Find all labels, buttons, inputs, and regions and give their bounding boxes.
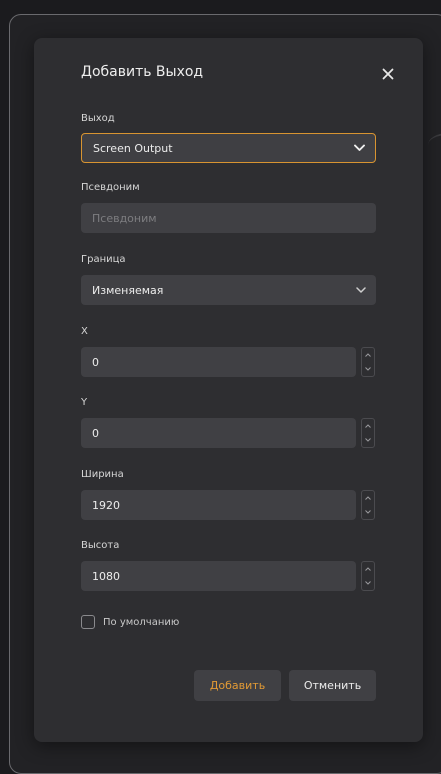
alias-input[interactable]: Псевдоним — [81, 203, 376, 233]
border-select[interactable]: Изменяемая — [81, 275, 376, 305]
x-input[interactable]: 0 — [81, 347, 356, 377]
stepper-up-icon[interactable] — [365, 567, 371, 571]
y-label: Y — [81, 397, 88, 408]
stepper-up-icon[interactable] — [365, 424, 371, 428]
output-select-value: Screen Output — [93, 141, 173, 155]
alias-input-placeholder: Псевдоним — [92, 211, 157, 225]
width-stepper[interactable] — [361, 490, 375, 520]
border-select-value: Изменяемая — [92, 283, 164, 297]
height-label: Высота — [81, 540, 120, 551]
cancel-button[interactable]: Отменить — [289, 670, 376, 701]
close-button[interactable] — [378, 64, 398, 84]
height-input[interactable]: 1080 — [81, 561, 356, 591]
y-stepper[interactable] — [361, 418, 375, 448]
chevron-down-icon — [354, 144, 365, 152]
x-stepper[interactable] — [361, 347, 375, 377]
output-select[interactable]: Screen Output — [81, 133, 376, 163]
y-input[interactable]: 0 — [81, 418, 356, 448]
x-input-value: 0 — [92, 355, 99, 369]
stepper-down-icon[interactable] — [365, 367, 371, 371]
width-input[interactable]: 1920 — [81, 490, 356, 520]
dialog-title: Добавить Выход — [81, 64, 204, 80]
border-label: Граница — [81, 254, 126, 265]
stepper-down-icon[interactable] — [365, 581, 371, 585]
add-button[interactable]: Добавить — [194, 670, 281, 701]
stepper-up-icon[interactable] — [365, 496, 371, 500]
background-decoration — [428, 133, 441, 157]
default-checkbox-label[interactable]: По умолчанию — [103, 617, 179, 628]
height-stepper[interactable] — [361, 561, 375, 591]
chevron-down-icon — [356, 287, 366, 293]
default-checkbox[interactable] — [81, 615, 95, 629]
stepper-up-icon[interactable] — [365, 353, 371, 357]
width-label: Ширина — [81, 469, 124, 480]
alias-label: Псевдоним — [81, 182, 140, 193]
stepper-down-icon[interactable] — [365, 438, 371, 442]
output-label: Выход — [81, 113, 115, 124]
stepper-down-icon[interactable] — [365, 510, 371, 514]
height-input-value: 1080 — [92, 569, 120, 583]
default-checkbox-row: По умолчанию — [81, 615, 179, 629]
width-input-value: 1920 — [92, 498, 120, 512]
close-icon — [382, 68, 394, 80]
y-input-value: 0 — [92, 426, 99, 440]
add-output-dialog: Добавить Выход Выход Screen Output Псевд… — [34, 38, 423, 742]
x-label: X — [81, 326, 88, 337]
